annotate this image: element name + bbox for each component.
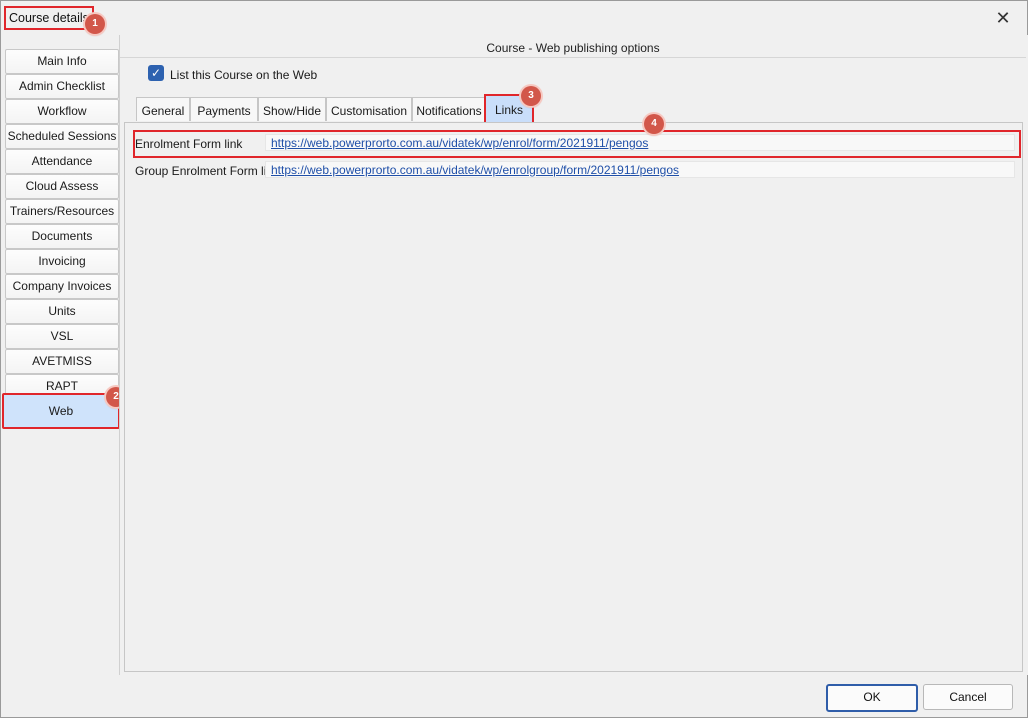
course-details-window: Course details 1 ✕ Main Info Admin Check… [0,0,1028,718]
sidebar-item-cloud-assess[interactable]: Cloud Assess [5,174,119,199]
list-on-web-checkbox[interactable]: ✓ [148,65,164,81]
sidebar-item-workflow[interactable]: Workflow [5,99,119,124]
step-badge-3: 3 [521,86,541,106]
sidebar-item-main-info[interactable]: Main Info [5,49,119,74]
enrolment-link-highlight [133,130,1021,158]
step-badge-1: 1 [85,14,105,34]
sidebar-item-scheduled-sessions[interactable]: Scheduled Sessions [5,124,119,149]
sidebar-item-admin-checklist[interactable]: Admin Checklist [5,74,119,99]
ok-button[interactable]: OK [826,684,918,712]
tab-notifications[interactable]: Notifications [412,97,486,121]
window-title: Course details [4,6,94,30]
group-enrolment-form-link-label: Group Enrolment Form link [135,164,280,178]
sidebar-item-trainers-resources[interactable]: Trainers/Resources [5,199,119,224]
step-badge-4: 4 [644,114,664,134]
tab-customisation[interactable]: Customisation [326,97,412,121]
list-on-web-label: List this Course on the Web [170,68,318,82]
sidebar-item-company-invoices[interactable]: Company Invoices [5,274,119,299]
cancel-button[interactable]: Cancel [923,684,1013,710]
close-icon[interactable]: ✕ [991,8,1015,28]
sidebar-item-vsl[interactable]: VSL [5,324,119,349]
tab-show-hide[interactable]: Show/Hide [258,97,326,121]
header-divider [120,57,1026,58]
checkmark-icon: ✓ [150,66,162,80]
web-publishing-panel: Course - Web publishing options ✓ List t… [119,35,1028,675]
sidebar-item-attendance[interactable]: Attendance [5,149,119,174]
group-enrolment-form-link[interactable]: https://web.powerprorto.com.au/vidatek/w… [265,161,1015,178]
sidebar-item-invoicing[interactable]: Invoicing [5,249,119,274]
sidebar-item-documents[interactable]: Documents [5,224,119,249]
sidebar-item-units[interactable]: Units [5,299,119,324]
links-tab-content: Enrolment Form link https://web.powerpro… [124,114,1023,672]
panel-header: Course - Web publishing options [486,41,660,55]
sidebar-item-avetmiss[interactable]: AVETMISS [5,349,119,374]
sidebar-item-web[interactable]: Web [2,393,120,429]
tab-general[interactable]: General [136,97,190,121]
tab-payments[interactable]: Payments [190,97,258,121]
